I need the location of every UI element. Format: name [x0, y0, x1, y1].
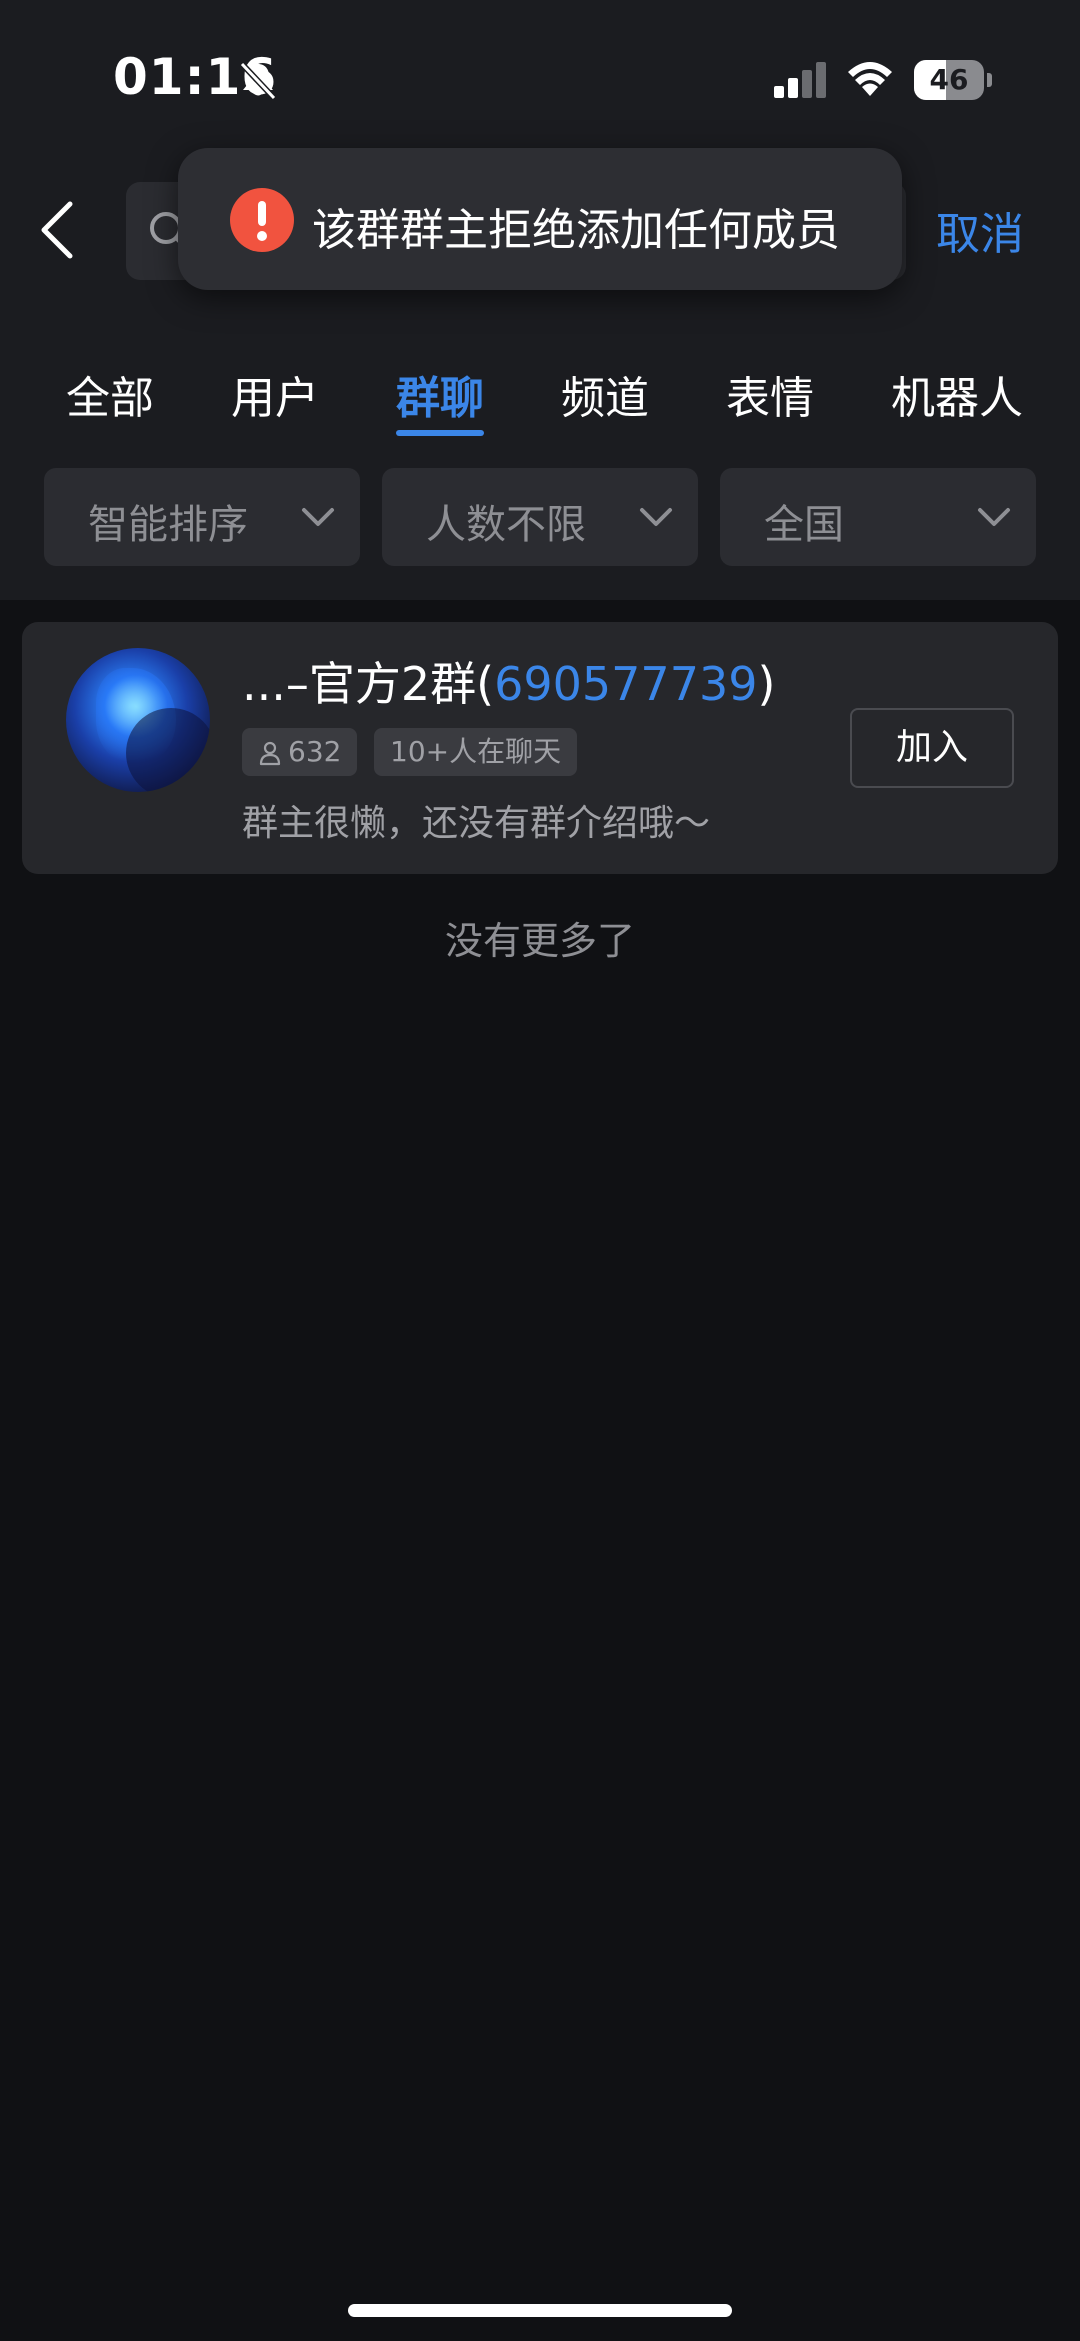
tab-group-chat[interactable]: 群聊 — [396, 362, 484, 426]
chevron-down-icon — [640, 508, 672, 526]
tab-users[interactable]: 用户 — [231, 362, 319, 426]
back-button[interactable] — [30, 190, 90, 270]
active-status-badge: 10+人在聊天 — [374, 728, 578, 776]
filter-label: 智能排序 — [88, 502, 248, 548]
sort-filter-dropdown[interactable]: 智能排序 — [44, 468, 360, 566]
no-more-results-text: 没有更多了 — [444, 919, 635, 963]
group-number: 690577739 — [494, 657, 758, 711]
group-name-suffix: ) — [757, 657, 776, 711]
person-icon — [259, 741, 281, 766]
join-button[interactable]: 加入 — [850, 708, 1014, 788]
cancel-button[interactable]: 取消 — [936, 198, 1024, 262]
group-name-prefix: ...–官方2群( — [242, 657, 495, 711]
error-icon — [230, 188, 294, 252]
chevron-down-icon — [302, 508, 334, 526]
tab-all[interactable]: 全部 — [66, 362, 154, 426]
tab-bots[interactable]: 机器人 — [891, 362, 1023, 426]
member-count-filter-dropdown[interactable]: 人数不限 — [382, 468, 698, 566]
chevron-down-icon — [978, 508, 1010, 526]
filter-label: 人数不限 — [426, 502, 586, 548]
group-result-card[interactable]: ...–官方2群(690577739) 632 10+人在聊天 群主很懒，还没有… — [22, 622, 1058, 874]
bell-muted-icon — [239, 61, 277, 101]
error-toast: 该群群主拒绝添加任何成员 — [178, 148, 902, 290]
group-intro: 群主很懒，还没有群介绍哦～ — [242, 803, 711, 844]
battery-indicator: 46 — [914, 60, 992, 100]
group-avatar — [66, 648, 210, 792]
battery-cap — [987, 73, 992, 87]
region-filter-dropdown[interactable]: 全国 — [720, 468, 1036, 566]
cellular-signal-icon — [774, 62, 826, 98]
member-count-badge: 632 — [242, 728, 358, 776]
group-name: ...–官方2群(690577739) — [242, 648, 775, 714]
wifi-icon — [848, 62, 892, 96]
filter-label: 全国 — [764, 502, 844, 548]
member-count: 632 — [288, 735, 342, 768]
home-indicator[interactable] — [348, 2304, 732, 2317]
battery-level: 46 — [929, 63, 969, 96]
toast-message: 该群群主拒绝添加任何成员 — [312, 205, 840, 256]
active-tab-indicator — [396, 430, 484, 436]
tab-stickers[interactable]: 表情 — [726, 362, 814, 426]
tab-channels[interactable]: 频道 — [561, 362, 649, 426]
battery-icon: 46 — [914, 60, 984, 100]
